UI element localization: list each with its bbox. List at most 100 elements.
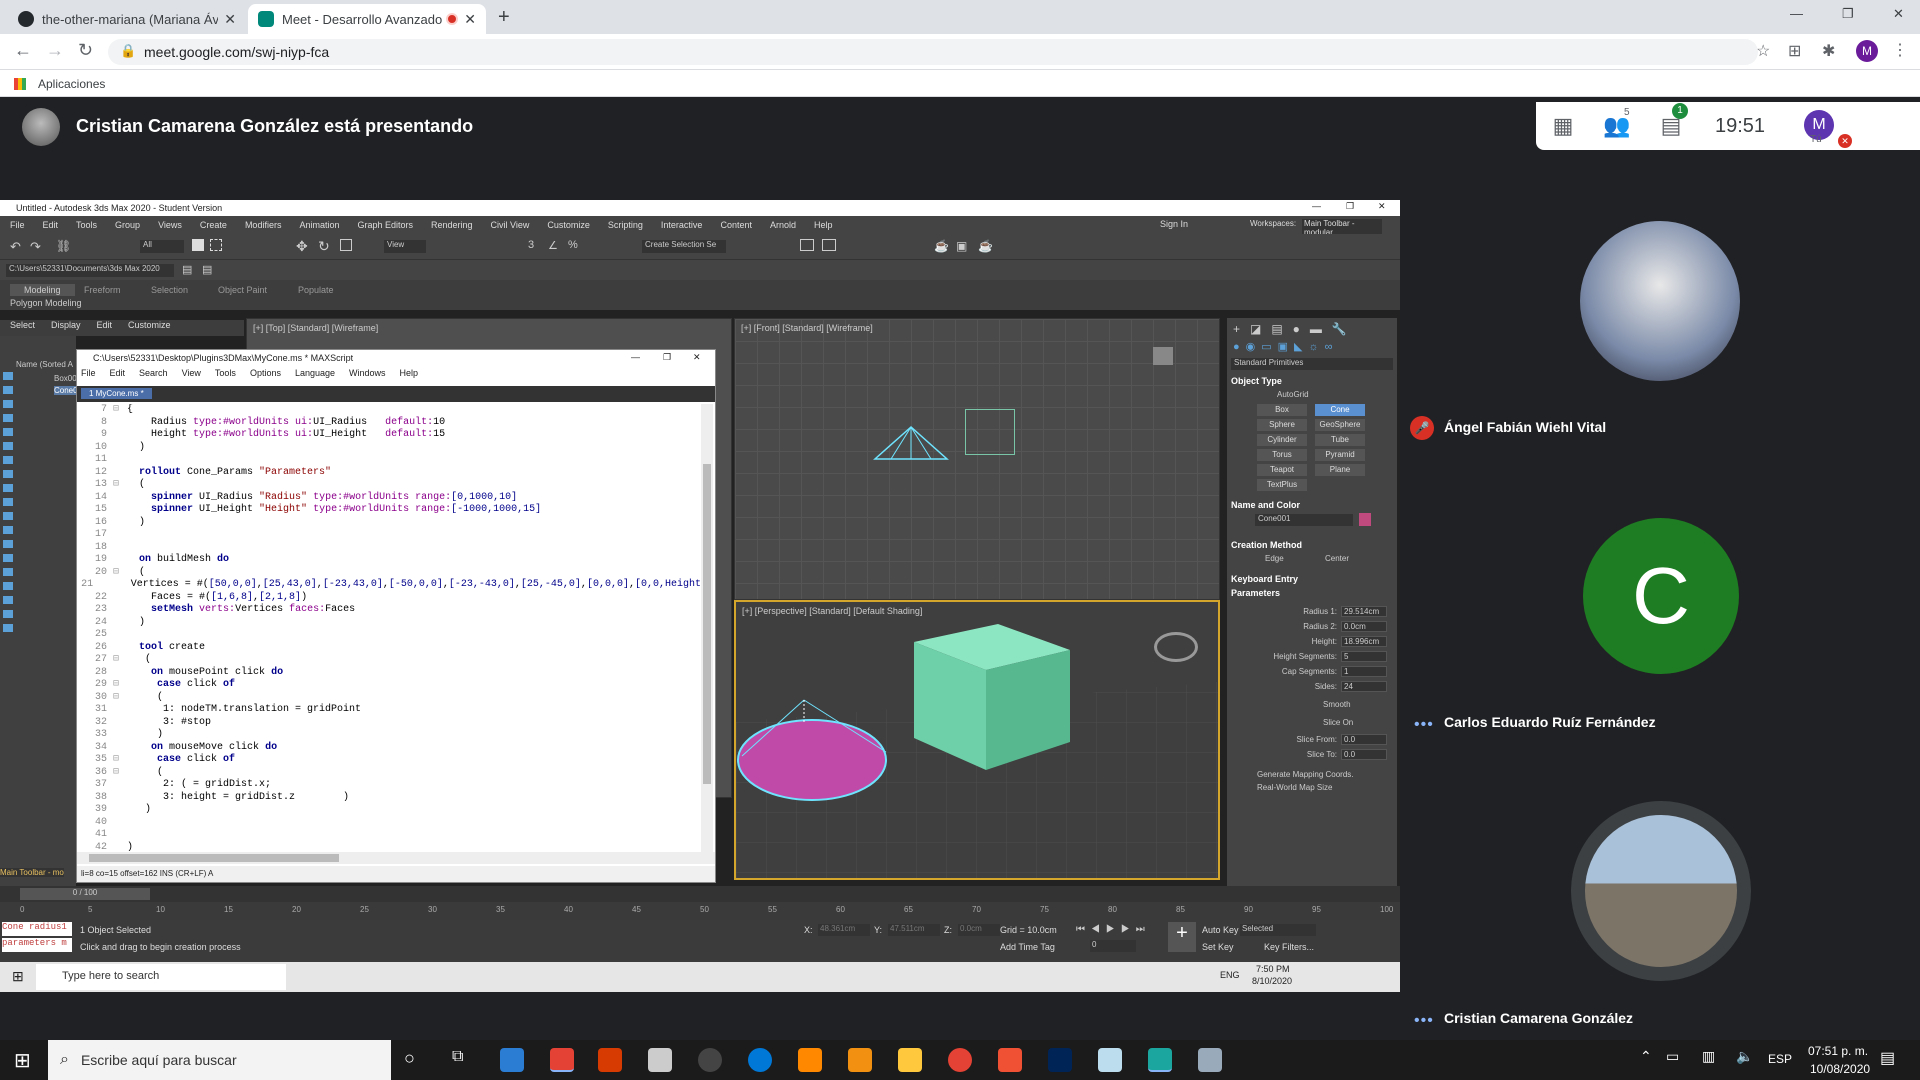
people-icon[interactable]: 👥 5 — [1590, 107, 1644, 139]
rollout-keyboard-entry[interactable]: Keyboard Entry — [1231, 574, 1298, 584]
radius2-input[interactable] — [1341, 621, 1387, 632]
scene-menu-display[interactable]: Display — [51, 320, 81, 336]
rollout-name-color[interactable]: Name and Color — [1231, 500, 1300, 510]
slice-from-input[interactable] — [1341, 734, 1387, 745]
prim-teapot-button[interactable]: Teapot — [1257, 464, 1307, 476]
tool-app-icon[interactable] — [1198, 1048, 1222, 1072]
menu-arnold[interactable]: Arnold — [770, 220, 796, 234]
object-name-input[interactable]: Cone001 — [1255, 514, 1353, 526]
cortana-icon[interactable]: ○ — [404, 1048, 415, 1069]
editor-menu-tools[interactable]: Tools — [215, 368, 236, 384]
smooth-checkbox[interactable]: Smooth — [1323, 700, 1351, 709]
menu-graph-editors[interactable]: Graph Editors — [357, 220, 413, 234]
bookmark-apps[interactable]: Aplicaciones — [38, 77, 105, 91]
gen-mapping-checkbox[interactable]: Generate Mapping Coords. — [1257, 770, 1354, 779]
vertical-scrollbar[interactable] — [701, 404, 713, 852]
battery-icon[interactable]: ▭ — [1666, 1048, 1679, 1065]
menu-modifiers[interactable]: Modifiers — [245, 220, 282, 234]
git-app-icon[interactable] — [998, 1048, 1022, 1072]
radius1-input[interactable] — [1341, 606, 1387, 617]
frame-input[interactable]: 0 — [1090, 940, 1136, 952]
render-icon[interactable]: ☕ — [978, 239, 993, 253]
tab-meet[interactable]: Meet - Desarrollo Avanzado ✕ — [248, 4, 486, 34]
chrome-app-icon[interactable] — [550, 1048, 574, 1072]
maximize-button[interactable]: ❐ — [1842, 6, 1854, 22]
menu-customize[interactable]: Customize — [547, 220, 590, 234]
viewport-perspective[interactable]: [+] [Perspective] [Standard] [Default Sh… — [734, 600, 1220, 880]
close-icon[interactable]: ✕ — [224, 11, 236, 28]
add-time-tag[interactable]: Add Time Tag — [1000, 942, 1055, 952]
rollout-parameters[interactable]: Parameters — [1231, 588, 1280, 598]
key-selection-dropdown[interactable]: Selected — [1240, 924, 1316, 936]
inner-search-box[interactable]: Type here to search — [36, 964, 286, 990]
scene-menu-select[interactable]: Select — [10, 320, 35, 336]
menu-content[interactable]: Content — [720, 220, 752, 234]
layout-icon[interactable]: ▦ — [1536, 113, 1590, 139]
prim-plane-button[interactable]: Plane — [1315, 464, 1365, 476]
rollout-creation-method[interactable]: Creation Method — [1231, 540, 1302, 550]
sublime-app-icon[interactable] — [848, 1048, 872, 1072]
editor-menu-language[interactable]: Language — [295, 368, 335, 384]
slice-to-input[interactable] — [1341, 749, 1387, 760]
prim-torus-button[interactable]: Torus — [1257, 449, 1307, 461]
minimize-button[interactable]: — — [1790, 6, 1803, 21]
prim-textplus-button[interactable]: TextPlus — [1257, 479, 1307, 491]
move-icon[interactable]: ✥ — [296, 238, 308, 255]
height-input[interactable] — [1341, 636, 1387, 647]
tab-github[interactable]: the-other-mariana (Mariana Ávalos) ✕ — [8, 4, 246, 34]
snap-icon[interactable]: 3 — [528, 239, 534, 251]
menu-civil-view[interactable]: Civil View — [491, 220, 530, 234]
edge-radio[interactable]: Edge — [1265, 554, 1284, 563]
chrome2-app-icon[interactable] — [948, 1048, 972, 1072]
explorer-app-icon[interactable] — [898, 1048, 922, 1072]
editor-menu-help[interactable]: Help — [400, 368, 419, 384]
select-region-icon[interactable] — [210, 239, 222, 251]
self-view[interactable]: M Tú ✕ — [1782, 102, 1852, 150]
mail-app-icon[interactable] — [500, 1048, 524, 1072]
menu-animation[interactable]: Animation — [299, 220, 339, 234]
menu-scripting[interactable]: Scripting — [608, 220, 643, 234]
viewcube-icon[interactable] — [1153, 347, 1173, 365]
extensions-icon[interactable]: ✱ — [1822, 41, 1835, 61]
prim-cone-button[interactable]: Cone — [1315, 404, 1365, 416]
render-frame-icon[interactable]: ▣ — [956, 239, 967, 253]
task-view-icon[interactable]: ⧉ — [452, 1048, 463, 1066]
menu-create[interactable]: Create — [200, 220, 227, 234]
lang-indicator[interactable]: ESP — [1768, 1052, 1792, 1066]
taskbar-time[interactable]: 07:51 p. m. — [1808, 1044, 1868, 1058]
code-area[interactable]: 7 ⊟{8 Radius type:#worldUnits ui:UI_Radiu… — [77, 404, 713, 852]
new-tab-button[interactable]: + — [498, 6, 510, 29]
prim-pyramid-button[interactable]: Pyramid — [1315, 449, 1365, 461]
editor-menu-search[interactable]: Search — [139, 368, 168, 384]
apps-grid-icon[interactable]: ⊞ — [1788, 41, 1801, 61]
tray-chevron-icon[interactable]: ⌃ — [1640, 1048, 1652, 1065]
time-slider-thumb[interactable]: 0 / 100 — [20, 888, 150, 900]
project-path[interactable]: C:\Users\52331\Documents\3ds Max 2020 — [6, 264, 174, 277]
real-world-checkbox[interactable]: Real-World Map Size — [1257, 783, 1332, 792]
obs-app-icon[interactable] — [698, 1048, 722, 1072]
prim-cylinder-button[interactable]: Cylinder — [1257, 434, 1307, 446]
editor-menu-windows[interactable]: Windows — [349, 368, 386, 384]
selection-filter-dropdown[interactable]: All — [140, 240, 184, 253]
object-color-swatch[interactable] — [1359, 513, 1371, 526]
volume-icon[interactable]: 🔈 — [1736, 1048, 1753, 1065]
menu-icon[interactable]: ⋮ — [1892, 40, 1908, 60]
prim-tube-button[interactable]: Tube — [1315, 434, 1365, 446]
editor-menu-options[interactable]: Options — [250, 368, 281, 384]
set-key-button[interactable]: Set Key — [1202, 942, 1234, 952]
render-setup-icon[interactable]: ☕ — [934, 239, 949, 253]
prim-geosphere-button[interactable]: GeoSphere — [1315, 419, 1365, 431]
close-icon[interactable]: ✕ — [464, 11, 476, 28]
url-input[interactable]: 🔒 meet.google.com/swj-niyp-fca — [108, 39, 1758, 65]
menu-file[interactable]: File — [10, 220, 25, 234]
reference-coord-dropdown[interactable]: View — [384, 240, 426, 253]
playback-controls[interactable]: ⏮◀▶▶⏭ — [1076, 924, 1151, 935]
ribbon-tab-selection[interactable]: Selection — [151, 285, 188, 295]
scrollbar-thumb[interactable] — [703, 464, 711, 784]
ribbon-tab-object-paint[interactable]: Object Paint — [218, 285, 267, 295]
command-panel-tabs[interactable]: +◪▤●▬🔧 — [1233, 322, 1393, 336]
scene-menu-edit[interactable]: Edit — [97, 320, 113, 336]
slice-on-checkbox[interactable]: Slice On — [1323, 718, 1353, 727]
material-editor-icon[interactable] — [822, 239, 836, 251]
key-mode-icon[interactable]: + — [1168, 922, 1196, 952]
